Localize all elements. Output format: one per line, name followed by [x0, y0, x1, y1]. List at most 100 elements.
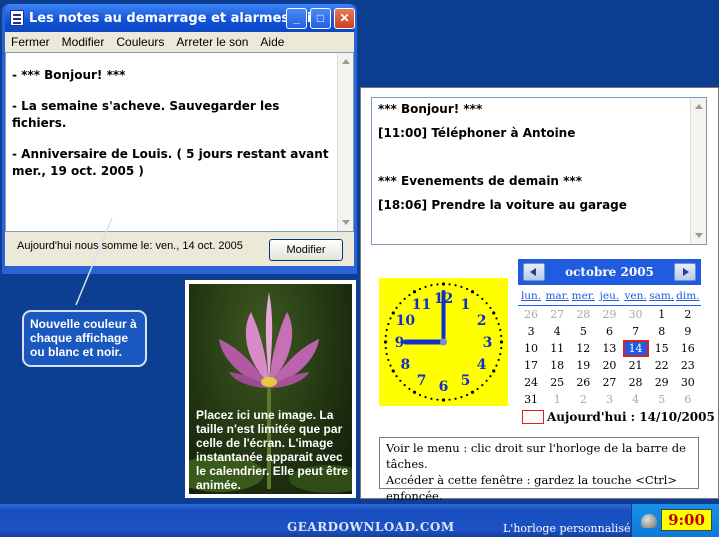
weekday-label: ven. — [624, 290, 647, 302]
notepad-icon[interactable] — [10, 10, 24, 26]
calendar-day[interactable]: 27 — [596, 374, 622, 391]
menu-couleurs[interactable]: Couleurs — [116, 35, 164, 49]
calendar-day[interactable]: 6 — [675, 391, 701, 408]
calendar-day[interactable]: 20 — [596, 357, 622, 374]
calendar-day[interactable]: 29 — [649, 374, 675, 391]
prev-month-button[interactable] — [523, 263, 545, 281]
clock-tick — [441, 398, 446, 402]
clock-tick — [500, 346, 503, 350]
calendar-day[interactable]: 12 — [570, 340, 596, 357]
tray-clock[interactable]: 9:00 — [661, 509, 712, 531]
window-title: Les notes au demarrage et alarmes. Li... — [29, 11, 327, 26]
clock-center — [440, 338, 447, 346]
calendar-day[interactable]: 18 — [544, 357, 570, 374]
close-button[interactable]: ✕ — [334, 8, 355, 29]
menu-aide[interactable]: Aide — [260, 35, 284, 49]
maximize-button[interactable]: □ — [310, 8, 331, 29]
calendar-day[interactable]: 30 — [675, 374, 701, 391]
vertical-scrollbar[interactable] — [690, 98, 706, 244]
analog-clock[interactable]: 121234567891011 — [379, 278, 508, 406]
calendar-day[interactable]: 22 — [649, 357, 675, 374]
clock-tick — [403, 384, 406, 387]
calendar-day[interactable]: 28 — [623, 374, 649, 391]
calendar-day[interactable]: 3 — [596, 391, 622, 408]
note-line: - La semaine s'acheve. Sauvegarder les f… — [12, 99, 280, 130]
notes-titlebar[interactable]: Les notes au demarrage et alarmes. Li...… — [5, 4, 355, 32]
taskbar: GEARDOWNLOAD.COM L'horloge personnalisé … — [0, 504, 719, 537]
clock-number: 5 — [461, 373, 471, 389]
calendar-day[interactable]: 26 — [518, 306, 544, 323]
menu-arreter-son[interactable]: Arreter le son — [176, 35, 248, 49]
scroll-up-icon[interactable] — [342, 59, 350, 64]
clock-tick — [383, 340, 388, 344]
notes-textarea[interactable]: - *** Bonjour! *** - La semaine s'acheve… — [5, 52, 354, 232]
calendar-day-today[interactable]: 14 — [622, 340, 649, 357]
clock-tick — [465, 287, 469, 291]
note-line: - *** Bonjour! *** — [12, 68, 126, 82]
clock-tick — [395, 374, 398, 378]
calendar-day[interactable]: 9 — [675, 323, 701, 340]
calendar-day[interactable]: 31 — [518, 391, 544, 408]
calendar-day[interactable]: 30 — [623, 306, 649, 323]
help-line: Accéder à cette fenêtre : gardez la touc… — [386, 473, 678, 487]
next-month-button[interactable] — [674, 263, 696, 281]
minimize-button[interactable]: _ — [286, 8, 307, 29]
menu-fermer[interactable]: Fermer — [11, 35, 50, 49]
calendar-day[interactable]: 19 — [570, 357, 596, 374]
scroll-up-icon[interactable] — [695, 104, 703, 109]
calendar-day[interactable]: 24 — [518, 374, 544, 391]
clock-tick — [403, 297, 406, 300]
calendar-day[interactable]: 3 — [518, 323, 544, 340]
calendar-day[interactable]: 7 — [623, 323, 649, 340]
calendar-day[interactable]: 1 — [649, 306, 675, 323]
calendar-day[interactable]: 17 — [518, 357, 544, 374]
calendar-week-row: 31 1 2 3 4 5 6 — [518, 391, 701, 408]
calendar-day[interactable]: 13 — [596, 340, 622, 357]
clock-tick — [412, 390, 417, 394]
weekday-label: mer. — [571, 290, 595, 302]
reminders-textarea[interactable]: *** Bonjour! *** [11:00] Téléphoner à An… — [371, 97, 707, 245]
calendar-week-row: 10 11 12 13 14 15 16 — [518, 340, 701, 357]
calendar-day[interactable]: 1 — [544, 391, 570, 408]
calendar-day[interactable]: 6 — [596, 323, 622, 340]
today-color-swatch — [522, 410, 544, 424]
calendar-day[interactable]: 25 — [544, 374, 570, 391]
scroll-down-icon[interactable] — [342, 220, 350, 225]
calendar-window: *** Bonjour! *** [11:00] Téléphoner à An… — [360, 87, 719, 503]
calendar-day[interactable]: 28 — [570, 306, 596, 323]
help-line: Voir le menu : clic droit sur l'horloge … — [386, 441, 686, 471]
reminder-line — [378, 150, 686, 174]
calendar-day[interactable]: 4 — [623, 391, 649, 408]
clock-tick — [481, 384, 484, 387]
clock-tick — [384, 346, 387, 350]
calendar-day[interactable]: 23 — [675, 357, 701, 374]
clock-tick — [448, 283, 451, 286]
menu-modifier[interactable]: Modifier — [62, 35, 105, 49]
notes-window: Les notes au demarrage et alarmes. Li...… — [2, 4, 357, 274]
calendar-day[interactable]: 27 — [544, 306, 570, 323]
calendar-day[interactable]: 29 — [596, 306, 622, 323]
calendar-day[interactable]: 8 — [649, 323, 675, 340]
calendar-day[interactable]: 11 — [544, 340, 570, 357]
speaker-icon[interactable] — [641, 514, 657, 528]
clock-tick — [418, 393, 422, 397]
calendar-day[interactable]: 5 — [649, 391, 675, 408]
calendar-day[interactable]: 26 — [570, 374, 596, 391]
system-tray: 9:00 — [631, 504, 719, 537]
clock-tick — [408, 387, 411, 391]
modify-button[interactable]: Modifier — [269, 239, 343, 261]
calendar-day[interactable]: 21 — [623, 357, 649, 374]
today-label[interactable]: Aujourd'hui : 14/10/2005 — [547, 410, 715, 424]
calendar-day[interactable]: 10 — [518, 340, 544, 357]
calendar-day[interactable]: 2 — [570, 391, 596, 408]
calendar-day[interactable]: 2 — [675, 306, 701, 323]
weekday-label: mar. — [545, 290, 569, 302]
clock-tick — [495, 364, 498, 367]
scroll-down-icon[interactable] — [695, 233, 703, 238]
calendar-day[interactable]: 16 — [675, 340, 701, 357]
calendar-day[interactable]: 15 — [649, 340, 675, 357]
weekday-label: lun. — [520, 290, 542, 302]
calendar-day[interactable]: 5 — [570, 323, 596, 340]
calendar-day[interactable]: 4 — [544, 323, 570, 340]
vertical-scrollbar[interactable] — [337, 53, 353, 231]
